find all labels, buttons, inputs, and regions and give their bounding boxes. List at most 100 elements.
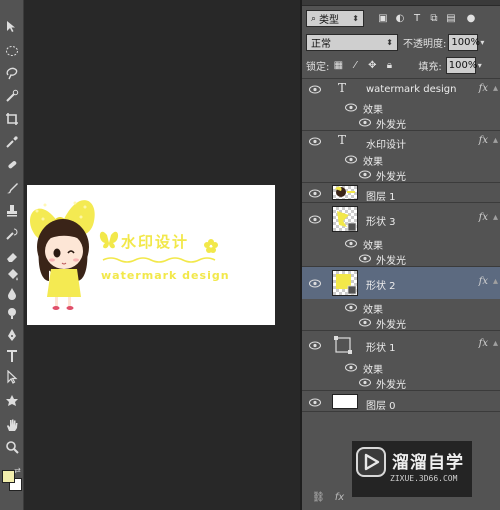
fx-icon[interactable]: fx bbox=[479, 135, 488, 146]
fx-icon[interactable]: fx bbox=[479, 338, 488, 349]
layer-row[interactable]: 形状 1 fx ▴ 效果 外发光 bbox=[302, 330, 500, 391]
eye-icon[interactable] bbox=[309, 398, 321, 407]
layer-filter-select[interactable]: ⌕ 类型 ⬍ bbox=[306, 10, 364, 27]
filter-type-icon[interactable]: T bbox=[410, 12, 424, 26]
outer-glow-row[interactable]: 外发光 bbox=[302, 166, 500, 183]
layer-name[interactable]: 形状 3 bbox=[366, 213, 396, 228]
fx-icon[interactable]: fx bbox=[479, 276, 488, 287]
expand-arrow-icon[interactable]: ▴ bbox=[493, 135, 498, 146]
opacity-chevron-icon[interactable]: ▾ bbox=[480, 38, 484, 47]
dodge-icon[interactable] bbox=[3, 304, 21, 322]
effects-row[interactable]: 效果 bbox=[302, 299, 500, 316]
eye-icon[interactable] bbox=[309, 137, 321, 146]
eraser-icon[interactable] bbox=[3, 248, 21, 266]
layer-row[interactable]: T 水印设计 fx ▴ 效果 外发光 bbox=[302, 130, 500, 183]
quick-select-icon[interactable] bbox=[3, 87, 21, 105]
layer-name[interactable]: 形状 1 bbox=[366, 339, 396, 354]
outer-glow-row[interactable]: 外发光 bbox=[302, 374, 500, 391]
layer-name[interactable]: 形状 2 bbox=[366, 277, 396, 292]
outer-glow-row[interactable]: 外发光 bbox=[302, 114, 500, 131]
filter-smart-object-icon[interactable]: ▤ bbox=[444, 12, 458, 26]
fx-icon[interactable]: fx bbox=[479, 83, 488, 94]
eye-icon[interactable] bbox=[309, 85, 321, 94]
layer-row-selected[interactable]: 形状 2 fx ▴ 效果 外发光 bbox=[302, 266, 500, 331]
crop-icon[interactable] bbox=[3, 110, 21, 128]
eye-icon[interactable] bbox=[309, 341, 321, 350]
eye-icon[interactable] bbox=[359, 254, 371, 263]
eye-icon[interactable] bbox=[359, 170, 371, 179]
paint-bucket-icon[interactable] bbox=[3, 266, 21, 284]
layer-name[interactable]: 图层 0 bbox=[366, 397, 396, 412]
effects-row[interactable]: 效果 bbox=[302, 151, 500, 168]
filter-shape-icon[interactable]: ⧉ bbox=[427, 12, 441, 26]
pen-icon[interactable] bbox=[3, 326, 21, 344]
fill-chevron-icon[interactable]: ▾ bbox=[478, 61, 482, 70]
lock-pixels-icon[interactable]: ⁄ bbox=[348, 59, 362, 73]
expand-arrow-icon[interactable]: ▴ bbox=[493, 212, 498, 223]
effects-row[interactable]: 效果 bbox=[302, 235, 500, 252]
outer-glow-row[interactable]: 外发光 bbox=[302, 314, 500, 331]
blend-mode-select[interactable]: 正常 ⬍ bbox=[306, 34, 398, 51]
eye-icon[interactable] bbox=[309, 215, 321, 224]
eye-icon[interactable] bbox=[345, 363, 357, 372]
fill-value: 100% bbox=[448, 60, 478, 71]
move-icon[interactable] bbox=[3, 18, 21, 36]
outer-glow-row[interactable]: 外发光 bbox=[302, 250, 500, 267]
layer-name[interactable]: 水印设计 bbox=[366, 136, 406, 151]
document-canvas[interactable]: 水印设计 watermark design bbox=[27, 185, 275, 325]
foreground-color-swatch[interactable] bbox=[2, 470, 15, 483]
history-brush-icon[interactable] bbox=[3, 225, 21, 243]
eye-icon[interactable] bbox=[345, 103, 357, 112]
path-select-icon[interactable] bbox=[3, 368, 21, 386]
eye-icon[interactable] bbox=[345, 155, 357, 164]
lock-transparent-icon[interactable]: ▦ bbox=[331, 59, 345, 73]
zoom-icon[interactable] bbox=[3, 438, 21, 456]
add-style-icon[interactable]: fx bbox=[335, 492, 344, 503]
eye-icon[interactable] bbox=[309, 279, 321, 288]
fx-icon[interactable]: fx bbox=[479, 212, 488, 223]
swap-colors-icon[interactable]: ⇄ bbox=[14, 466, 21, 475]
link-layers-icon[interactable]: ⛓ bbox=[312, 492, 325, 503]
stamp-icon[interactable] bbox=[3, 202, 21, 220]
marquee-icon[interactable] bbox=[3, 42, 21, 60]
layer-name[interactable]: watermark design bbox=[366, 84, 456, 95]
layer-row[interactable]: 图层 0 bbox=[302, 390, 500, 412]
fill-field[interactable]: 100% bbox=[445, 57, 478, 74]
panel-tab-strip[interactable] bbox=[302, 0, 500, 6]
blur-icon[interactable] bbox=[3, 285, 21, 303]
effects-row[interactable]: 效果 bbox=[302, 99, 500, 116]
expand-arrow-icon[interactable]: ▴ bbox=[493, 83, 498, 94]
shape-icon[interactable] bbox=[3, 392, 21, 410]
filter-toggle-icon[interactable]: ● bbox=[464, 12, 478, 26]
filter-pixel-icon[interactable]: ▣ bbox=[376, 12, 390, 26]
layer-name[interactable]: 图层 1 bbox=[366, 188, 396, 203]
eyedropper-icon[interactable] bbox=[3, 133, 21, 151]
eye-icon[interactable] bbox=[345, 239, 357, 248]
layers-panel-footer: ⛓ fx bbox=[312, 492, 344, 503]
layer-thumbnail bbox=[332, 185, 358, 200]
eye-icon[interactable] bbox=[359, 318, 371, 327]
lock-all-icon[interactable]: 🔒︎ bbox=[382, 59, 396, 73]
layer-row[interactable]: 图层 1 bbox=[302, 182, 500, 203]
opacity-field[interactable]: 100% bbox=[448, 34, 480, 51]
eye-icon[interactable] bbox=[345, 303, 357, 312]
eye-icon[interactable] bbox=[359, 118, 371, 127]
eye-icon[interactable] bbox=[359, 378, 371, 387]
effects-row[interactable]: 效果 bbox=[302, 359, 500, 376]
cartoon-girl bbox=[37, 219, 89, 310]
chevron-down-icon: ⬍ bbox=[352, 14, 359, 23]
expand-arrow-icon[interactable]: ▴ bbox=[493, 338, 498, 349]
filter-adjustment-icon[interactable]: ◐ bbox=[393, 12, 407, 26]
brush-icon[interactable] bbox=[3, 179, 21, 197]
vector-mask-icon bbox=[332, 334, 354, 356]
lasso-icon[interactable] bbox=[3, 64, 21, 82]
lock-position-icon[interactable]: ✥ bbox=[365, 59, 379, 73]
healing-icon[interactable] bbox=[3, 156, 21, 174]
layer-row[interactable]: T watermark design fx ▴ 效果 外发光 bbox=[302, 78, 500, 131]
document-workspace: 水印设计 watermark design bbox=[25, 0, 300, 510]
eye-icon[interactable] bbox=[309, 189, 321, 198]
hand-icon[interactable] bbox=[3, 416, 21, 434]
layer-row[interactable]: 形状 3 fx ▴ 效果 外发光 bbox=[302, 202, 500, 267]
expand-arrow-icon[interactable]: ▴ bbox=[493, 276, 498, 287]
type-icon[interactable] bbox=[3, 347, 21, 365]
